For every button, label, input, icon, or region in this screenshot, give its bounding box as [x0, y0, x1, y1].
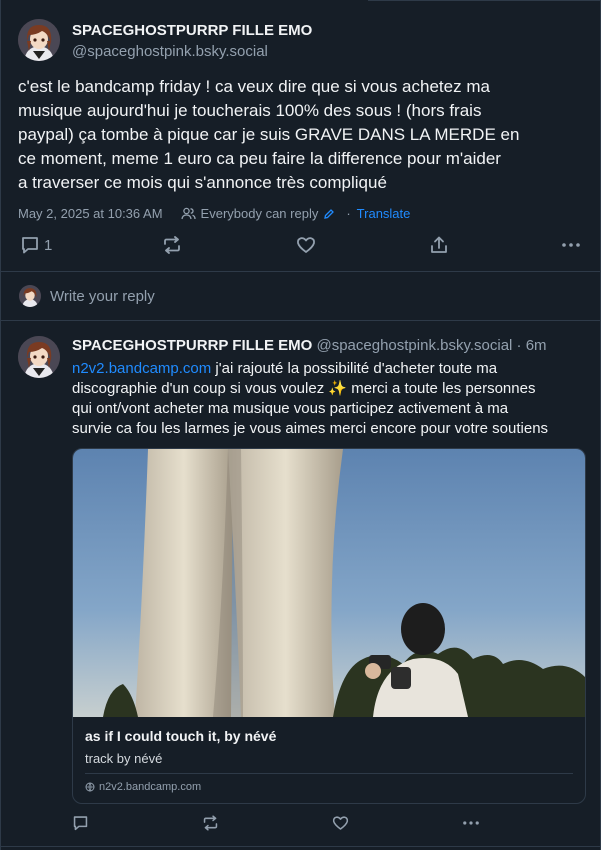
reply-header: SPACEGHOSTPURRP FILLE EMO @spaceghostpin… — [72, 337, 547, 354]
repost-icon — [164, 236, 180, 254]
meta-separator: · — [346, 206, 351, 221]
reply-settings[interactable]: Everybody can reply — [180, 206, 341, 221]
link-card-description: track by névé — [85, 751, 163, 766]
thread-view: SPACEGHOSTPURRP FILLE EMO @spaceghostpin… — [0, 0, 601, 850]
people-icon — [180, 207, 196, 220]
avatar[interactable] — [18, 19, 60, 61]
repost-button[interactable] — [162, 236, 182, 254]
reply-author-name[interactable]: SPACEGHOSTPURRP FILLE EMO — [72, 337, 312, 354]
globe-icon — [85, 782, 95, 792]
reply-text-line: discographie d'un coup si vous voulez ✨ … — [72, 380, 536, 397]
reply-count: 1 — [44, 236, 53, 254]
link-card[interactable]: as if I could touch it, by névé track by… — [72, 448, 586, 804]
more-icon — [562, 243, 580, 247]
post-text-line: a traverser ce mois qui s'annonce très c… — [18, 173, 387, 192]
reply-text: n2v2.bandcamp.com j'ai rajouté la possib… — [72, 359, 582, 439]
reply-post: SPACEGHOSTPURRP FILLE EMO @spaceghostpin… — [1, 321, 601, 850]
reply-separator: · — [512, 337, 526, 354]
pencil-icon[interactable] — [323, 208, 340, 220]
like-icon — [332, 816, 349, 830]
author-handle[interactable]: @spaceghostpink.bsky.social — [72, 43, 268, 60]
reply-icon — [73, 816, 88, 831]
repost-icon — [203, 815, 218, 831]
reply-repost-button[interactable] — [202, 815, 219, 831]
reply-icon — [22, 237, 38, 254]
translate-link[interactable]: Translate — [357, 206, 411, 221]
author-display-name[interactable]: SPACEGHOSTPURRP FILLE EMO — [72, 22, 312, 39]
post-text-line: musique aujourd'hui je toucherais 100% d… — [18, 101, 482, 120]
main-post: SPACEGHOSTPURRP FILLE EMO @spaceghostpin… — [1, 0, 601, 272]
more-icon — [463, 821, 479, 825]
reply-age[interactable]: 6m — [526, 337, 547, 354]
link-card-domain: n2v2.bandcamp.com — [85, 781, 201, 793]
post-timestamp: May 2, 2025 at 10:36 AM — [18, 206, 163, 221]
reply-text-line: survie ca fou les larmes je vous aimes m… — [72, 420, 549, 437]
reply-like-button[interactable] — [332, 815, 349, 831]
reply-reply-button[interactable] — [72, 815, 89, 831]
post-text-line: ce moment, meme 1 euro ca peu faire la d… — [18, 149, 501, 168]
reply-text-line: j'ai rajouté la possibilité d'acheter to… — [211, 360, 498, 377]
reply-more-button[interactable] — [462, 815, 480, 831]
post-text-line: c'est le bandcamp friday ! ca veux dire … — [18, 77, 490, 96]
post-text-line: paypal) ça tombe à pique car je suis GRA… — [18, 125, 520, 144]
reply-composer[interactable]: Write your reply — [1, 272, 601, 321]
bandcamp-link[interactable]: n2v2.bandcamp.com — [72, 360, 211, 377]
bottom-border — [1, 846, 601, 847]
like-button[interactable] — [296, 236, 316, 254]
link-card-domain-text: n2v2.bandcamp.com — [99, 781, 202, 793]
share-icon — [431, 236, 447, 253]
reply-avatar[interactable] — [18, 336, 60, 378]
link-card-divider — [85, 773, 573, 774]
reply-text-line: qui ont/vont acheter ma musique vous par… — [72, 400, 509, 417]
composer-avatar — [19, 285, 41, 307]
share-button[interactable] — [429, 236, 449, 254]
more-options-button[interactable] — [561, 236, 581, 254]
reply-settings-label: Everybody can reply — [200, 206, 319, 221]
post-meta: May 2, 2025 at 10:36 AM Everybody can re… — [18, 206, 410, 221]
post-text: c'est le bandcamp friday ! ca veux dire … — [18, 75, 588, 195]
reply-author-handle[interactable]: @spaceghostpink.bsky.social — [316, 337, 512, 354]
link-card-thumbnail — [73, 449, 585, 717]
reply-button[interactable]: 1 — [20, 236, 52, 254]
link-card-title: as if I could touch it, by névé — [85, 728, 277, 744]
like-icon — [297, 237, 315, 253]
reply-input-placeholder[interactable]: Write your reply — [50, 288, 155, 305]
